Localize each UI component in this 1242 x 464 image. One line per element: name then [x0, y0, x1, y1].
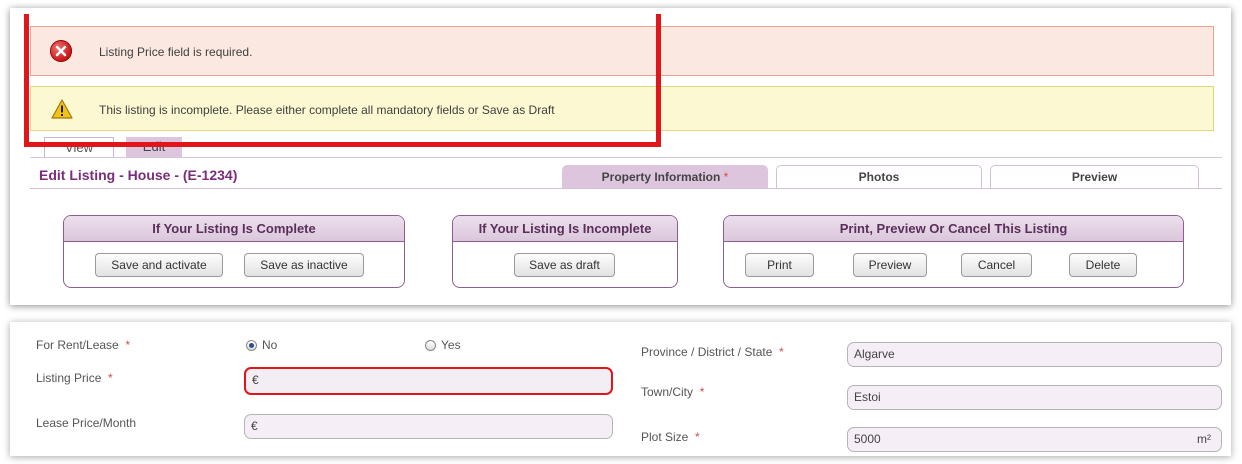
required-marker: *	[723, 170, 729, 184]
delete-button[interactable]: Delete	[1069, 253, 1137, 277]
save-as-inactive-button[interactable]: Save as inactive	[244, 253, 364, 277]
incomplete-actions-group: If Your Listing Is Incomplete Save as dr…	[452, 215, 678, 288]
town-label: Town/City *	[641, 385, 705, 399]
province-input[interactable]: Algarve	[847, 342, 1222, 367]
plot-size-unit: m²	[1197, 432, 1211, 446]
tab-preview[interactable]: Preview	[990, 165, 1199, 188]
group-title: Print, Preview Or Cancel This Listing	[724, 216, 1183, 242]
tab-label: Property Information	[601, 170, 721, 184]
tab-property-information[interactable]: Property Information *	[562, 165, 768, 188]
save-as-draft-button[interactable]: Save as draft	[514, 253, 615, 277]
town-input[interactable]: Estoi	[847, 385, 1222, 410]
rent-lease-label: For Rent/Lease *	[36, 338, 131, 352]
group-title: If Your Listing Is Incomplete	[453, 216, 677, 242]
page-title: Edit Listing - House - (E-1234)	[39, 167, 238, 183]
tab-photos[interactable]: Photos	[776, 165, 982, 188]
province-label: Province / District / State *	[641, 345, 784, 359]
highlight-frame	[24, 14, 661, 147]
save-and-activate-button[interactable]: Save and activate	[95, 253, 223, 277]
print-button[interactable]: Print	[745, 253, 814, 277]
lease-price-label: Lease Price/Month	[36, 416, 137, 430]
listing-price-label: Listing Price *	[36, 371, 113, 385]
rent-yes-label: Yes	[441, 338, 461, 352]
preview-button[interactable]: Preview	[853, 253, 927, 277]
plot-size-value: 5000	[854, 432, 881, 446]
divider	[30, 157, 1222, 158]
currency-prefix: €	[251, 419, 258, 433]
property-form-card: For Rent/Lease * No Yes Listing Price * …	[10, 322, 1231, 456]
rent-no-radio[interactable]	[246, 340, 257, 351]
rent-no-label: No	[262, 338, 278, 352]
plot-size-input[interactable]: 5000 m²	[847, 427, 1222, 452]
complete-actions-group: If Your Listing Is Complete Save and act…	[63, 215, 405, 288]
lease-price-input[interactable]: €	[244, 414, 613, 439]
group-title: If Your Listing Is Complete	[64, 216, 404, 242]
tab-underline	[30, 188, 1222, 189]
listing-actions-group: Print, Preview Or Cancel This Listing Pr…	[723, 215, 1184, 288]
rent-yes-radio[interactable]	[425, 340, 436, 351]
plot-size-label: Plot Size *	[641, 430, 700, 444]
currency-prefix: €	[252, 373, 259, 387]
listing-price-input[interactable]: €	[244, 367, 613, 395]
cancel-button[interactable]: Cancel	[961, 253, 1032, 277]
